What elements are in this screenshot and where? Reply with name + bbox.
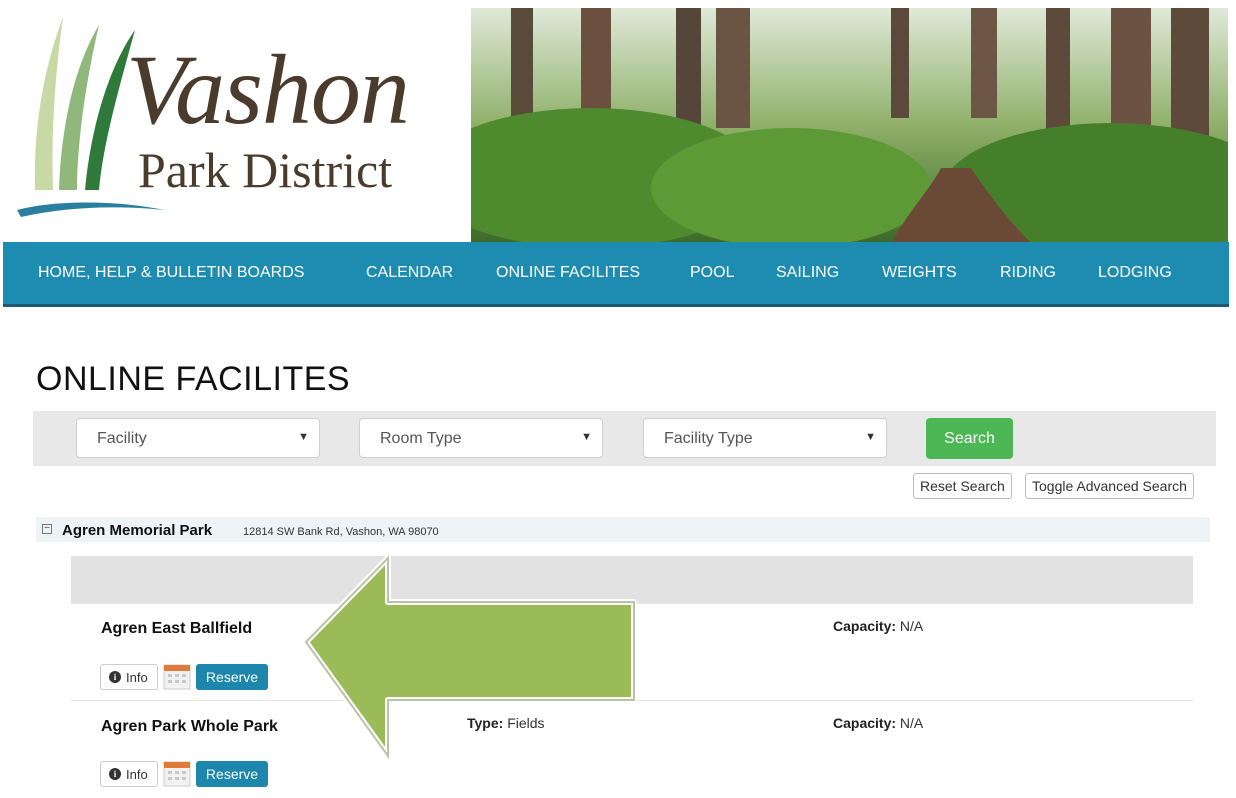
nav-pool[interactable]: POOL xyxy=(690,264,734,282)
chevron-down-icon: ▼ xyxy=(865,431,876,443)
room-type-select[interactable]: Room Type ▼ xyxy=(359,418,603,458)
park-name: Agren Memorial Park xyxy=(62,522,213,539)
facility-name: Agren East Ballfield xyxy=(101,620,253,637)
collapse-icon[interactable]: − xyxy=(42,524,52,534)
left-arrow-icon xyxy=(303,555,637,760)
facility-select-label: Facility xyxy=(97,430,147,447)
nav-sailing[interactable]: SAILING xyxy=(776,264,839,282)
capacity-value: N/A xyxy=(899,618,924,634)
nav-calendar[interactable]: CALENDAR xyxy=(366,264,453,282)
logo-subtitle: Park District xyxy=(138,142,393,198)
nav-lodging[interactable]: LODGING xyxy=(1098,264,1172,282)
toggle-advanced-search-button[interactable]: Toggle Advanced Search xyxy=(1025,473,1194,499)
search-button[interactable]: Search xyxy=(926,418,1013,459)
reset-search-button[interactable]: Reset Search xyxy=(913,473,1012,499)
park-header-row: − Agren Memorial Park 12814 SW Bank Rd, … xyxy=(36,517,1210,542)
capacity-value: N/A xyxy=(899,715,924,731)
nav-online-facilities[interactable]: ONLINE FACILITES xyxy=(496,264,640,282)
nav-home-help-bulletin[interactable]: HOME, HELP & BULLETIN BOARDS xyxy=(38,264,304,282)
nav-riding[interactable]: RIDING xyxy=(1000,264,1056,282)
facility-type-select-label: Facility Type xyxy=(664,430,753,447)
info-button-label: Info xyxy=(126,767,148,782)
main-nav: HOME, HELP & BULLETIN BOARDS CALENDAR ON… xyxy=(3,242,1229,307)
park-address: 12814 SW Bank Rd, Vashon, WA 98070 xyxy=(243,526,439,538)
site-header: Vashon Park District xyxy=(0,0,1236,243)
forest-banner-image xyxy=(471,8,1228,243)
info-button[interactable]: i Info xyxy=(100,664,158,690)
info-icon: i xyxy=(109,768,121,780)
logo-title: Vashon xyxy=(126,34,410,145)
facility-select[interactable]: Facility ▼ xyxy=(76,418,320,458)
capacity-label: Capacity: xyxy=(833,715,897,731)
facility-capacity: Capacity: N/A xyxy=(833,618,923,634)
chevron-down-icon: ▼ xyxy=(298,431,309,443)
room-type-select-label: Room Type xyxy=(380,430,462,447)
page-title: ONLINE FACILITES xyxy=(36,360,351,398)
facility-name: Agren Park Whole Park xyxy=(101,718,278,735)
facility-capacity: Capacity: N/A xyxy=(833,715,923,731)
nav-weights[interactable]: WEIGHTS xyxy=(882,264,957,282)
search-bar: Facility ▼ Room Type ▼ Facility Type ▼ S… xyxy=(33,411,1216,466)
info-button-label: Info xyxy=(126,670,148,685)
calendar-icon[interactable] xyxy=(163,664,191,690)
calendar-icon[interactable] xyxy=(163,761,191,787)
capacity-label: Capacity: xyxy=(833,618,897,634)
reserve-button[interactable]: Reserve xyxy=(196,664,268,690)
info-icon: i xyxy=(109,671,121,683)
facility-type-select[interactable]: Facility Type ▼ xyxy=(643,418,887,458)
reserve-button[interactable]: Reserve xyxy=(196,761,268,787)
info-button[interactable]: i Info xyxy=(100,761,158,787)
chevron-down-icon: ▼ xyxy=(581,431,592,443)
site-logo[interactable]: Vashon Park District xyxy=(0,0,470,243)
